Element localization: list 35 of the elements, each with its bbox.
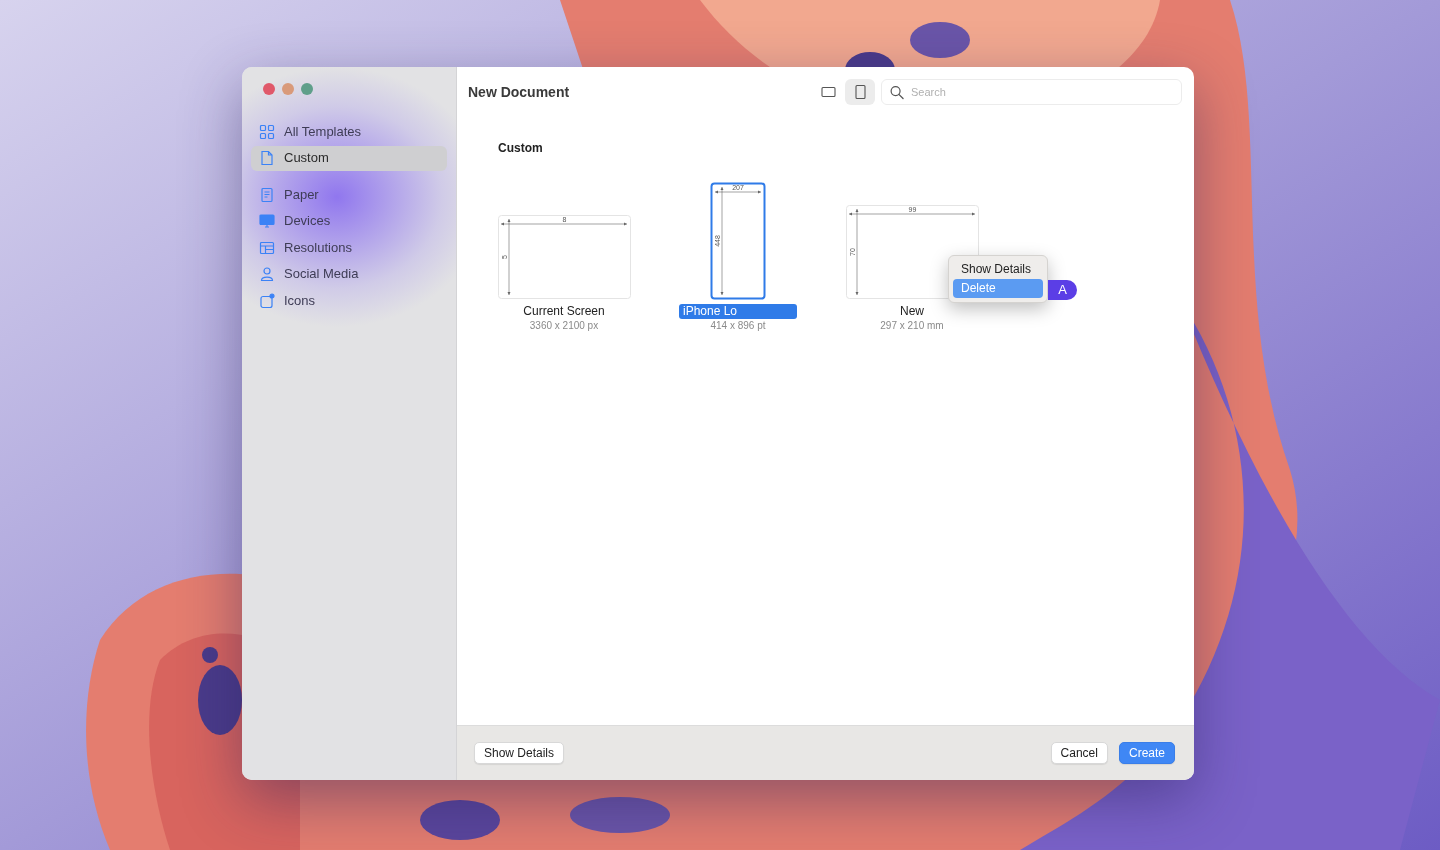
document-icon [259, 150, 275, 166]
template-name: Current Screen [522, 304, 606, 319]
window-control-dot[interactable] [282, 83, 294, 95]
cancel-button[interactable]: Cancel [1050, 742, 1108, 764]
sidebar-item[interactable]: Social Media [251, 261, 447, 287]
sidebar-item[interactable]: All Templates [251, 119, 447, 144]
section-heading: Custom [498, 140, 544, 157]
sidebar-item[interactable]: Icons [251, 288, 447, 313]
window-control-dot[interactable] [301, 83, 313, 95]
cursor-badge: A [1048, 280, 1077, 300]
window-control-dot[interactable] [263, 83, 275, 95]
create-button[interactable]: Create [1118, 742, 1175, 764]
landscape-icon [820, 84, 836, 100]
search-icon [890, 84, 904, 100]
page-icon [259, 186, 275, 203]
window-title: New Document [468, 82, 570, 102]
template-size: 297 x 210 mm [880, 319, 944, 332]
search-field[interactable]: Search [881, 79, 1182, 105]
template-size: 414 x 896 pt [710, 319, 766, 332]
portrait-view-button[interactable] [845, 79, 875, 105]
name-field[interactable]: iPhone Lo [679, 304, 797, 319]
sidebar-item[interactable]: Devices [251, 208, 447, 234]
square-icon [259, 292, 275, 309]
grid-icon [259, 123, 275, 140]
layout-icon [259, 239, 275, 256]
show-details-button[interactable]: Show Details [474, 742, 565, 764]
sidebar-item[interactable]: Paper [251, 182, 447, 207]
width-dimension-line [714, 190, 762, 194]
portrait-icon [852, 84, 868, 100]
monitor-icon [259, 213, 275, 229]
sidebar-item[interactable]: Custom [251, 145, 447, 171]
template-name: New [899, 304, 925, 319]
template-size: 3360 x 2100 px [529, 319, 599, 332]
person-icon [259, 266, 275, 282]
sidebar-item[interactable]: Resolutions [251, 235, 447, 260]
